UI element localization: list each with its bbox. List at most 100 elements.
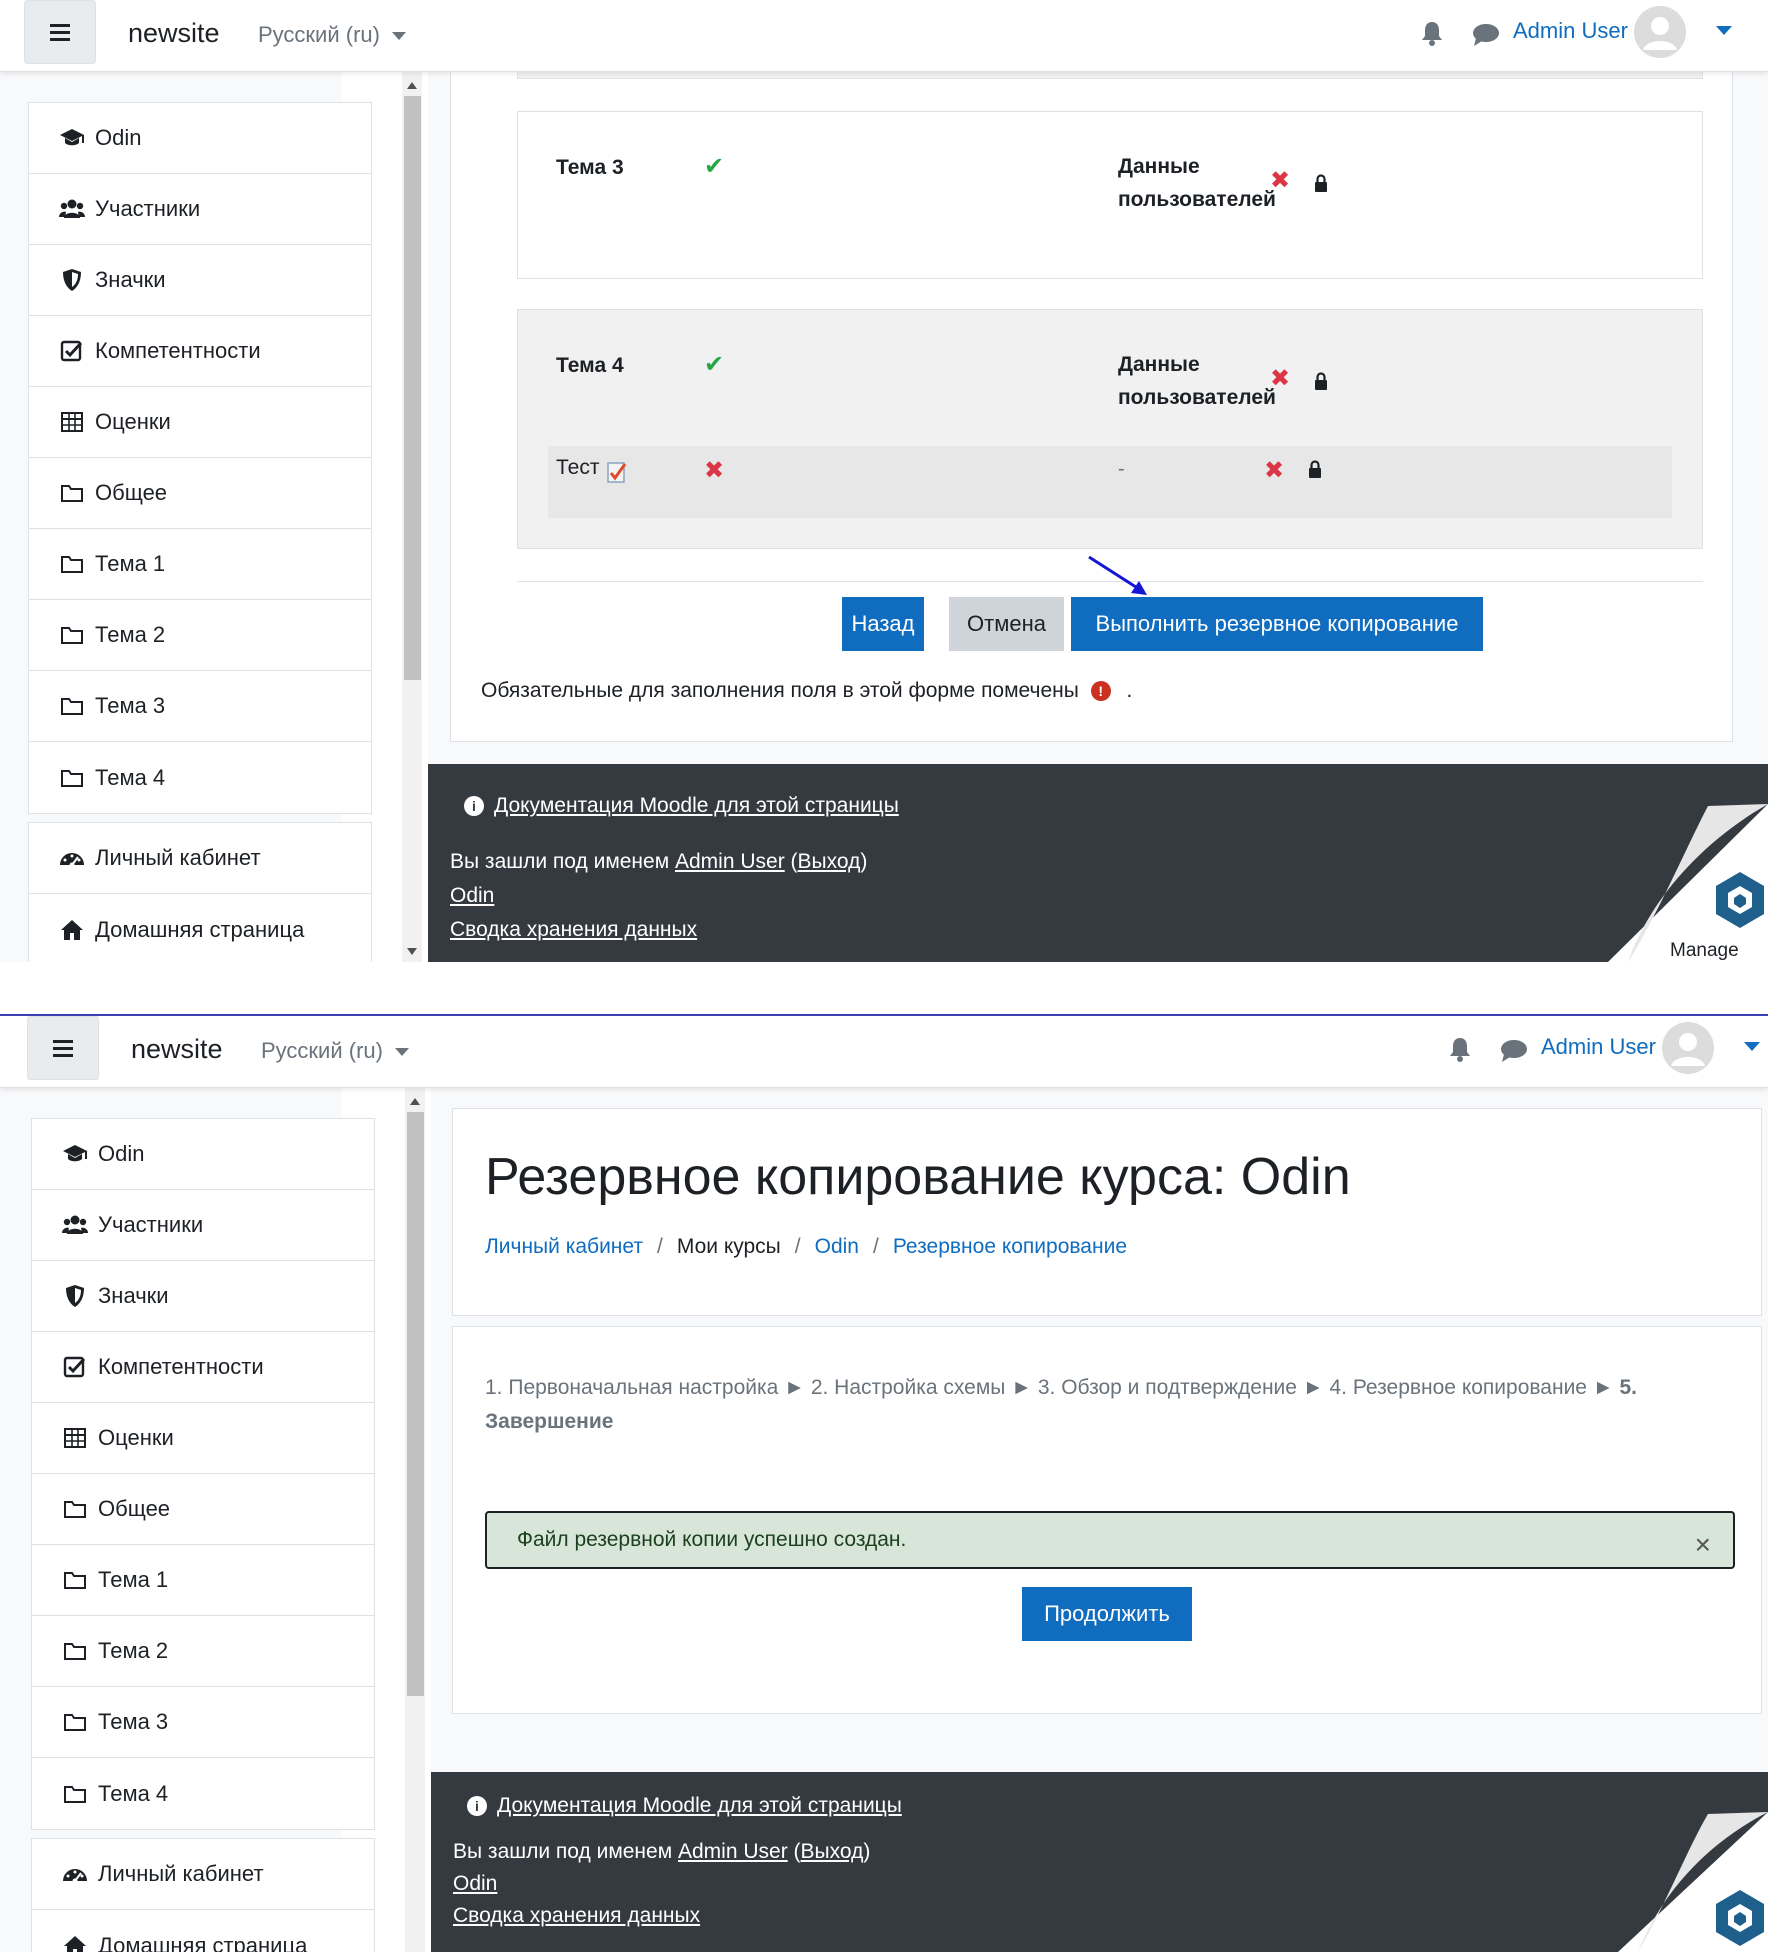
docs-line: i Документация Moodle для этой страницы	[464, 794, 899, 818]
sidebar-item-label: Оценки	[98, 1425, 174, 1450]
docs-link[interactable]: Документация Moodle для этой страницы	[497, 1794, 902, 1817]
sidebar-item[interactable]: Odin	[32, 1119, 374, 1190]
step-item: 1. Первоначальная настройка	[485, 1376, 779, 1399]
back-button[interactable]: Назад	[842, 597, 924, 651]
scroll-up-arrow[interactable]	[407, 82, 417, 89]
user-name[interactable]: Admin User	[1541, 1034, 1656, 1060]
sidebar-item[interactable]: Общее	[32, 1474, 374, 1545]
sidebar-item[interactable]: Odin	[29, 103, 371, 174]
sidebar-item[interactable]: Личный кабинет	[29, 823, 371, 894]
data-summary-link[interactable]: Сводка хранения данных	[450, 918, 697, 942]
logout-link[interactable]: Выход	[798, 850, 861, 873]
scrollbar-thumb[interactable]	[407, 1112, 424, 1696]
messages-icon[interactable]	[1500, 1038, 1528, 1062]
sidebar-item[interactable]: Общее	[29, 458, 371, 529]
sidebar-item[interactable]: Личный кабинет	[32, 1839, 374, 1910]
page-header-card: Резервное копирование курса: Odin Личный…	[452, 1108, 1762, 1316]
sidebar-item[interactable]: Тема 3	[32, 1687, 374, 1758]
profile-link[interactable]: Admin User	[678, 1840, 788, 1863]
sidebar-item[interactable]: Тема 3	[29, 671, 371, 742]
sidebar-item[interactable]: Тема 1	[32, 1545, 374, 1616]
sidebar-item[interactable]: Тема 4	[32, 1758, 374, 1829]
success-alert: Файл резервной копии успешно создан. ×	[485, 1511, 1735, 1569]
breadcrumb-item: Мои курсы	[676, 1235, 781, 1258]
sidebar-scrollbar[interactable]	[402, 72, 422, 962]
chevron-down-icon	[391, 32, 406, 41]
chevron-down-icon	[394, 1048, 409, 1057]
user-menu-caret-icon[interactable]	[1744, 1042, 1760, 1051]
language-menu[interactable]: Русский (ru)	[261, 1038, 409, 1064]
course-link[interactable]: Odin	[453, 1872, 497, 1896]
continue-button[interactable]: Продолжить	[1022, 1587, 1192, 1641]
sidebar-scrollbar[interactable]	[405, 1088, 425, 1952]
sidebar-item-label: Домашняя страница	[95, 916, 305, 942]
scroll-down-arrow[interactable]	[407, 948, 417, 955]
perform-backup-button[interactable]: Выполнить резервное копирование	[1071, 597, 1483, 651]
sidebar-item[interactable]: Тема 2	[32, 1616, 374, 1687]
activity-title: Тест	[556, 456, 600, 479]
folder-icon	[59, 765, 85, 791]
section-box-tema3: Тема 3 ✔ Данные пользователей ✖	[517, 111, 1703, 279]
sidebar-item[interactable]: Оценки	[29, 387, 371, 458]
sidebar-item[interactable]: Тема 4	[29, 742, 371, 813]
logout-link[interactable]: Выход	[801, 1840, 864, 1863]
logged-in-prefix: Вы зашли под именем	[453, 1840, 673, 1863]
site-name[interactable]: newsite	[131, 1034, 223, 1065]
sidebar-item-label: Тема 4	[98, 1780, 169, 1806]
cancel-button[interactable]: Отмена	[949, 597, 1064, 651]
page-curl-graphic	[1608, 804, 1768, 962]
user-avatar-icon	[1634, 6, 1686, 58]
sidebar-item[interactable]: Домашняя страница	[32, 1910, 374, 1952]
breadcrumb-sep: /	[657, 1235, 663, 1258]
scroll-up-arrow[interactable]	[410, 1098, 420, 1105]
course-link[interactable]: Odin	[450, 884, 494, 908]
close-icon[interactable]: ×	[1695, 1529, 1711, 1561]
language-menu[interactable]: Русский (ru)	[258, 22, 406, 48]
user-menu-caret-icon[interactable]	[1716, 26, 1732, 35]
required-note-end: .	[1126, 679, 1133, 702]
logout-paren-close: )	[860, 850, 868, 873]
page-title: Резервное копирование курса: Odin	[485, 1148, 1351, 1206]
messages-icon[interactable]	[1472, 22, 1500, 46]
sidebar-item[interactable]: Тема 1	[29, 529, 371, 600]
sidebar-item-label: Тема 2	[98, 1638, 169, 1663]
avatar[interactable]	[1634, 6, 1686, 58]
drawer-toggle-button[interactable]	[27, 1016, 99, 1080]
logout-paren-open: (	[793, 1840, 801, 1863]
breadcrumb-item[interactable]: Личный кабинет	[485, 1235, 643, 1258]
logged-in-prefix: Вы зашли под именем	[450, 850, 670, 873]
bell-icon[interactable]	[1420, 20, 1444, 46]
breadcrumb-item[interactable]: Резервное копирование	[893, 1235, 1127, 1258]
sidebar-item[interactable]: Участники	[29, 174, 371, 245]
site-name[interactable]: newsite	[128, 18, 220, 49]
avatar[interactable]	[1662, 1022, 1714, 1074]
sidebar-item[interactable]: Участники	[32, 1190, 374, 1261]
sidebar-item[interactable]: Компетентности	[29, 316, 371, 387]
drawer-toggle-button[interactable]	[24, 0, 96, 64]
lock-icon	[1315, 174, 1327, 192]
sidebar-item[interactable]: Тема 2	[29, 600, 371, 671]
sidebar-item[interactable]: Домашняя страница	[29, 894, 371, 962]
data-summary-link[interactable]: Сводка хранения данных	[453, 1904, 700, 1928]
sidebar-item-label: Компетентности	[95, 338, 261, 363]
docs-link[interactable]: Документация Moodle для этой страницы	[494, 794, 899, 817]
breadcrumb-item[interactable]: Odin	[815, 1235, 859, 1258]
required-note-text: Обязательные для заполнения поля в этой …	[481, 679, 1079, 702]
user-name[interactable]: Admin User	[1513, 18, 1628, 44]
sidebar-item[interactable]: Компетентности	[32, 1332, 374, 1403]
sidebar-item-label: Значки	[95, 267, 166, 292]
sidebar-item[interactable]: Значки	[29, 245, 371, 316]
step-arrow: ►	[1592, 1376, 1614, 1399]
sidebar-item-label: Тема 3	[95, 693, 166, 718]
sidebar-item[interactable]: Значки	[32, 1261, 374, 1332]
bell-icon[interactable]	[1448, 1036, 1472, 1062]
graduation-cap-icon	[59, 125, 85, 151]
scrollbar-thumb[interactable]	[404, 96, 421, 680]
folder-icon	[62, 1709, 88, 1735]
logout-paren-close: )	[863, 1840, 871, 1863]
step-arrow: ►	[1011, 1376, 1032, 1399]
profile-link[interactable]: Admin User	[675, 850, 785, 873]
sidebar-item[interactable]: Оценки	[32, 1403, 374, 1474]
step-item: 4. Резервное копирование	[1329, 1376, 1587, 1399]
top-navbar: newsite Русский (ru) Admin User	[0, 1016, 1768, 1088]
